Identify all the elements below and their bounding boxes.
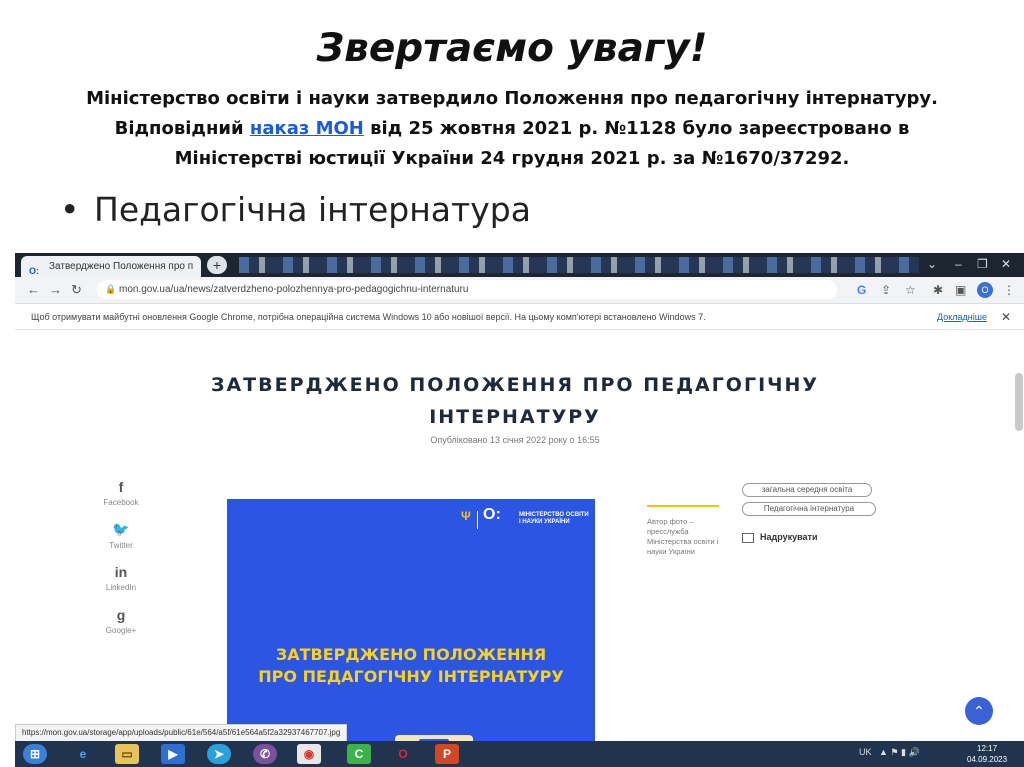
notice-line-1: Міністерство освіти і науки затвердило П…: [86, 88, 938, 109]
share-label: Twitter: [109, 541, 133, 550]
media-player-icon[interactable]: ▶: [161, 744, 185, 764]
bullet-text: Педагогічна інтернатура: [94, 190, 531, 229]
share-twitter[interactable]: 🐦 Twitter: [99, 521, 143, 550]
page-scrollbar[interactable]: [1015, 373, 1023, 431]
chrome-update-infobar: Щоб отримувати майбутні оновлення Google…: [15, 304, 1024, 330]
published-date: Опубліковано 13 січня 2022 року о 16:55: [430, 435, 600, 445]
google-plus-icon: g: [116, 607, 126, 623]
mon-favicon-icon: O:: [29, 266, 39, 276]
article-heading-line-2: ІНТЕРНАТУРУ: [429, 406, 601, 428]
new-tab-button[interactable]: +: [207, 256, 227, 274]
print-button[interactable]: Надрукувати: [742, 532, 817, 543]
trident-icon: Ψ: [461, 509, 471, 523]
article-heading: ЗАТВЕРДЖЕНО ПОЛОЖЕННЯ ПРО ПЕДАГОГІЧНУ ІН…: [165, 369, 865, 433]
bullet-item: • Педагогічна інтернатура: [60, 190, 531, 229]
logo-text: МІНІСТЕРСТВО ОСВІТИ І НАУКИ УКРАЇНИ: [519, 512, 589, 525]
tab-search-icon[interactable]: ⌄: [927, 257, 937, 271]
printer-icon: [742, 532, 754, 543]
address-bar-row: ← → ↻ 🔒 mon.gov.ua/ua/news/zatverdzheno-…: [15, 277, 1024, 304]
language-indicator[interactable]: UK: [859, 747, 872, 757]
status-url: https://mon.gov.ua/storage/app/uploads/p…: [15, 724, 348, 742]
share-label: Facebook: [103, 498, 139, 507]
viber-icon[interactable]: ✆: [253, 744, 277, 764]
system-tray: UK ▲ ⚑ ▮ 🔊: [859, 747, 920, 758]
linkedin-icon: in: [114, 564, 128, 580]
facebook-icon: f: [118, 479, 124, 495]
lock-icon: 🔒: [105, 284, 117, 294]
share-facebook[interactable]: f Facebook: [99, 479, 143, 507]
infobar-message: Щоб отримувати майбутні оновлення Google…: [31, 312, 706, 322]
clock-time: 12:17: [977, 744, 998, 753]
tray-icons[interactable]: ▲ ⚑ ▮ 🔊: [874, 747, 920, 757]
bullet-symbol: •: [60, 190, 80, 229]
other-tabs-strip: [239, 257, 919, 273]
tag-pedagogical-internship[interactable]: Педагогічна інтернатура: [742, 502, 876, 516]
forward-icon[interactable]: →: [49, 282, 62, 297]
notice-line-2-start: Відповідний: [114, 118, 250, 139]
opera-icon[interactable]: O: [391, 744, 415, 764]
share-label: LinkedIn: [105, 583, 137, 592]
credit-divider: [647, 505, 719, 507]
scroll-to-top-button[interactable]: ⌃: [965, 697, 993, 725]
image-title-line-2: ПРО ПЕДАГОГІЧНУ ІНТЕРНАТУРУ: [258, 667, 564, 686]
side-panel-icon[interactable]: ▣: [955, 283, 966, 297]
mon-logo-icon: O:: [483, 506, 501, 523]
browser-screenshot: O: Затверджено Положення про п × + ⌄ – ❐…: [15, 253, 1024, 767]
close-window-icon[interactable]: ✕: [1001, 257, 1011, 271]
url-input[interactable]: 🔒 mon.gov.ua/ua/news/zatverdzheno-polozh…: [97, 280, 837, 299]
file-explorer-icon[interactable]: ▭: [115, 744, 139, 764]
tab-bar: O: Затверджено Положення про п × + ⌄ – ❐…: [15, 253, 1024, 277]
start-button-icon[interactable]: ⊞: [23, 744, 47, 764]
camtasia-icon[interactable]: C: [347, 744, 371, 764]
twitter-icon: 🐦: [112, 521, 130, 537]
notice-line-3: Міністерстві юстиції України 24 грудня 2…: [174, 148, 850, 169]
windows-taskbar: ⊞ e ▭ ▶ ➤ ✆ ◉ C O P UK ▲ ⚑ ▮ 🔊 12:17 04.…: [15, 741, 1024, 767]
tag-general-education[interactable]: загальна середня освіта: [742, 483, 872, 497]
url-text: mon.gov.ua/ua/news/zatverdzheno-polozhen…: [119, 284, 469, 295]
bookmark-star-icon[interactable]: ☆: [905, 283, 916, 297]
clock[interactable]: 12:17 04.09.2023: [967, 743, 1007, 765]
profile-avatar[interactable]: O: [977, 282, 993, 298]
image-title-line-1: ЗАТВЕРДЖЕНО ПОЛОЖЕННЯ: [275, 645, 547, 664]
maximize-icon[interactable]: ❐: [977, 257, 988, 271]
browser-tab[interactable]: O: Затверджено Положення про п: [21, 256, 201, 277]
telegram-icon[interactable]: ➤: [207, 744, 231, 764]
tab-title: Затверджено Положення про п: [49, 261, 194, 272]
internet-explorer-icon[interactable]: e: [71, 744, 95, 764]
moh-order-link[interactable]: наказ МОН: [250, 118, 364, 139]
infobar-close-icon[interactable]: ✕: [1001, 304, 1011, 330]
notice-line-2-end: від 25 жовтня 2021 р. №1128 було зареєст…: [363, 118, 910, 139]
extensions-icon[interactable]: ✱: [933, 283, 943, 297]
menu-icon[interactable]: ⋮: [1003, 283, 1015, 297]
google-icon[interactable]: G: [857, 283, 866, 297]
logo-divider: [477, 511, 478, 529]
share-label: Google+: [105, 626, 137, 635]
article-heading-line-1: ЗАТВЕРДЖЕНО ПОЛОЖЕННЯ ПРО ПЕДАГОГІЧНУ: [210, 374, 820, 396]
chrome-icon[interactable]: ◉: [297, 744, 321, 764]
back-icon[interactable]: ←: [27, 282, 40, 297]
image-title: ЗАТВЕРДЖЕНО ПОЛОЖЕННЯ ПРО ПЕДАГОГІЧНУ ІН…: [227, 644, 595, 688]
share-icon[interactable]: ⇪: [881, 283, 891, 297]
notice-text: Міністерство освіти і науки затвердило П…: [40, 84, 984, 174]
clock-date: 04.09.2023: [967, 755, 1008, 764]
share-linkedin[interactable]: in LinkedIn: [99, 564, 143, 592]
photo-credit: Автор фото – пресслужба Міністерства осв…: [647, 517, 719, 556]
notice-line-2: Відповідний наказ МОН від 25 жовтня 2021…: [40, 114, 984, 144]
minimize-icon[interactable]: –: [955, 257, 962, 271]
share-googleplus[interactable]: g Google+: [99, 607, 143, 635]
print-label: Надрукувати: [760, 532, 818, 542]
reload-icon[interactable]: ↻: [71, 282, 82, 298]
slide-title: Звертаємо увагу!: [316, 26, 708, 71]
powerpoint-icon[interactable]: P: [435, 744, 459, 764]
infobar-learn-more-link[interactable]: Докладніше: [937, 304, 987, 330]
